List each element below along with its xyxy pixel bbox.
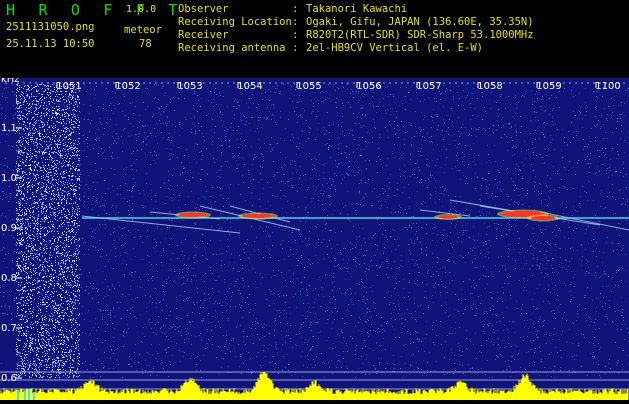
level-bar-marker [28, 389, 30, 400]
info-label: Receiving antenna [178, 42, 286, 54]
y-tick-label: 0.8 [1, 273, 17, 284]
info-label: Observer [178, 3, 229, 15]
station-info: Observer: Takanori Kawachi Receiving Loca… [178, 3, 534, 55]
meteor-echo [179, 213, 207, 217]
x-tick-label: 1100 [595, 81, 620, 92]
meteor-echo [531, 216, 555, 220]
info-value: Ogaki, Gifu, JAPAN (136.60E, 35.35N) [306, 16, 534, 28]
info-value: 2el-HB9CV Vertical (el. E-W) [306, 42, 484, 54]
info-separator: : [292, 29, 299, 41]
info-header: H R O F F T 1.0.0 2511131050.png meteor … [0, 0, 629, 78]
spectrogram-panel: kHz 1051 1052 1053 1054 1055 1056 1057 1058 1059 1… [0, 74, 629, 400]
info-label: Receiver [178, 29, 229, 41]
app-version: 1.0.0 [126, 4, 157, 15]
level-bar-marker [33, 392, 35, 400]
info-separator: : [292, 3, 299, 15]
level-bar-marker [24, 391, 26, 400]
x-tick-label: 1054 [237, 81, 262, 92]
y-tick-label: 1.0 [1, 173, 17, 184]
file-name: 2511131050.png [6, 21, 95, 33]
info-value: Takanori Kawachi [306, 3, 408, 15]
spectrogram: kHz1051 1052 1053 1054 1055 1056 1057 1058 1059 1… [0, 74, 629, 400]
meteor-echo [438, 215, 458, 219]
app-title: H R O F F T [6, 1, 185, 19]
info-label: Receiving Location [178, 16, 292, 28]
y-tick-label: 0.6 [1, 373, 17, 384]
x-tick-label: 1053 [177, 81, 202, 92]
info-separator: : [292, 42, 299, 54]
detection-mode: meteor [124, 24, 162, 36]
level-bar-marker [17, 390, 19, 400]
plot-background [0, 78, 629, 400]
info-row-antenna: Receiving antenna:2el-HB9CV Vertical (el… [178, 42, 534, 55]
meteor-count: 78 [139, 38, 152, 50]
meteor-echo [242, 214, 274, 218]
timestamp: 25.11.13 10:50 [6, 38, 95, 50]
info-separator: : [292, 16, 299, 28]
y-tick-label: 0.7 [1, 323, 17, 334]
x-tick-label: 1052 [115, 81, 140, 92]
info-row-location: Receiving Location: Ogaki, Gifu, JAPAN (1… [178, 16, 534, 29]
info-value: R820T2(RTL-SDR) SDR-Sharp 53.1000MHz [306, 29, 534, 41]
y-tick-label: 0.9 [1, 223, 17, 234]
y-tick-label: 1.1 [1, 123, 17, 134]
y-unit-label: kHz [1, 78, 20, 85]
x-tick-label: 1058 [477, 81, 502, 92]
info-row-observer: Observer: Takanori Kawachi [178, 3, 534, 16]
info-row-receiver: Receiver: R820T2(RTL-SDR) SDR-Sharp 53.10… [178, 29, 534, 42]
